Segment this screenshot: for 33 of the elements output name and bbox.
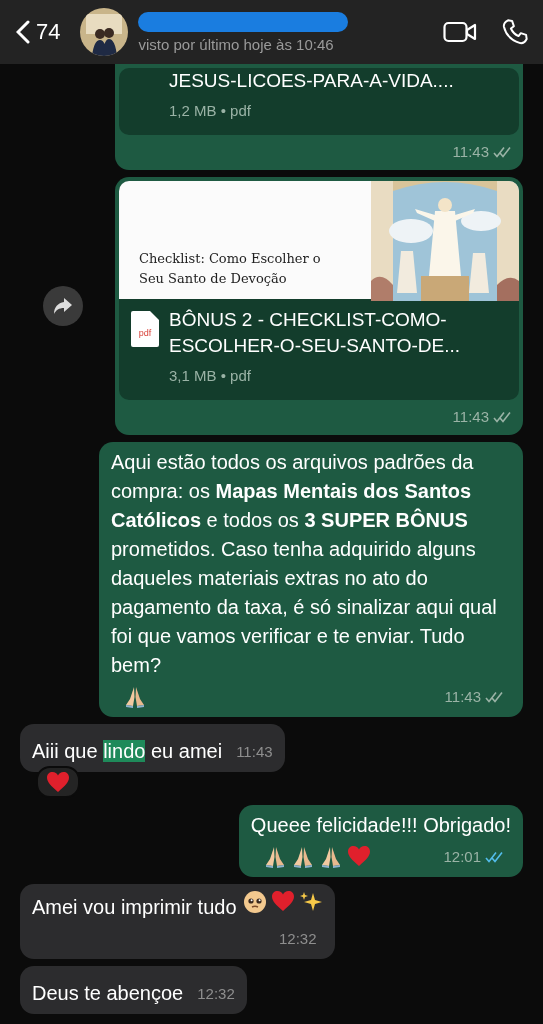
share-arrow-icon [53, 297, 73, 315]
message-time: 11:43 [452, 142, 489, 162]
document-bubble[interactable]: Checklist: Como Escolher o Seu Santo de Devoção pdf BÔNUS 2 - CHECKLIST-COMO-ESCOLHER-O-SEU-SANTO-DE... 3,1 MB • pdf 11:43 [115, 177, 523, 435]
heart-icon [346, 844, 371, 867]
teary-face-icon [242, 890, 267, 914]
message-time: 11:43 [444, 687, 481, 707]
file-name: JESUS-LICOES-PARA-A-VIDA.... [169, 69, 454, 93]
back-icon[interactable] [16, 20, 30, 44]
video-call-button[interactable] [443, 20, 477, 44]
reaction-badge[interactable] [36, 766, 80, 798]
file-info: 3,1 MB • pdf [169, 366, 252, 386]
avatar[interactable] [80, 8, 129, 56]
file-name: BÔNUS 2 - CHECKLIST-COMO-ESCOLHER-O-SEU-SANTO-DE... [169, 308, 462, 358]
preview-title: Checklist: Como Escolher o Seu Santo de Devoção [139, 250, 322, 288]
forward-button[interactable] [43, 286, 83, 326]
message-time: 11:43 [452, 407, 489, 427]
pdf-file-icon: pdf [131, 311, 159, 347]
message-text: Queee felicidade!!! Obrigado! [250, 814, 511, 836]
message-text: Amei vou imprimir tudo [32, 896, 237, 918]
heart-icon [46, 771, 70, 793]
message-time: 11:43 [236, 743, 273, 760]
unread-count[interactable]: 74 [36, 19, 61, 45]
heart-icon [270, 890, 295, 912]
phone-call-button[interactable] [501, 18, 529, 46]
message-time: 12:32 [197, 985, 235, 1002]
message-time: 12:32 [278, 929, 317, 949]
last-seen-status: visto por último hoje às 10:46 [138, 35, 335, 53]
file-info: 1,2 MB • pdf [169, 101, 252, 121]
message-time: 12:01 [443, 847, 481, 867]
message-text: Deus te abençoe [32, 981, 184, 1006]
message-text: Aiii que lindo eu amei [32, 739, 223, 764]
message-text: Aqui estão todos os arquivos padrões da compra: os Mapas Mentais dos Santos Católicos e todos os 3 SUPER BÔNUS prometidos. Caso tenha adquirido alguns daqueles materiais extras no ato do pagamento da taxa, é só sinalizar aqui qual foi que vamos verificar e te enviar. Tudo bem? [111, 451, 497, 676]
document-bubble[interactable]: JESUS-LICOES-PARA-A-VIDA.... 1,2 MB • pdf 11:43 [115, 64, 523, 170]
